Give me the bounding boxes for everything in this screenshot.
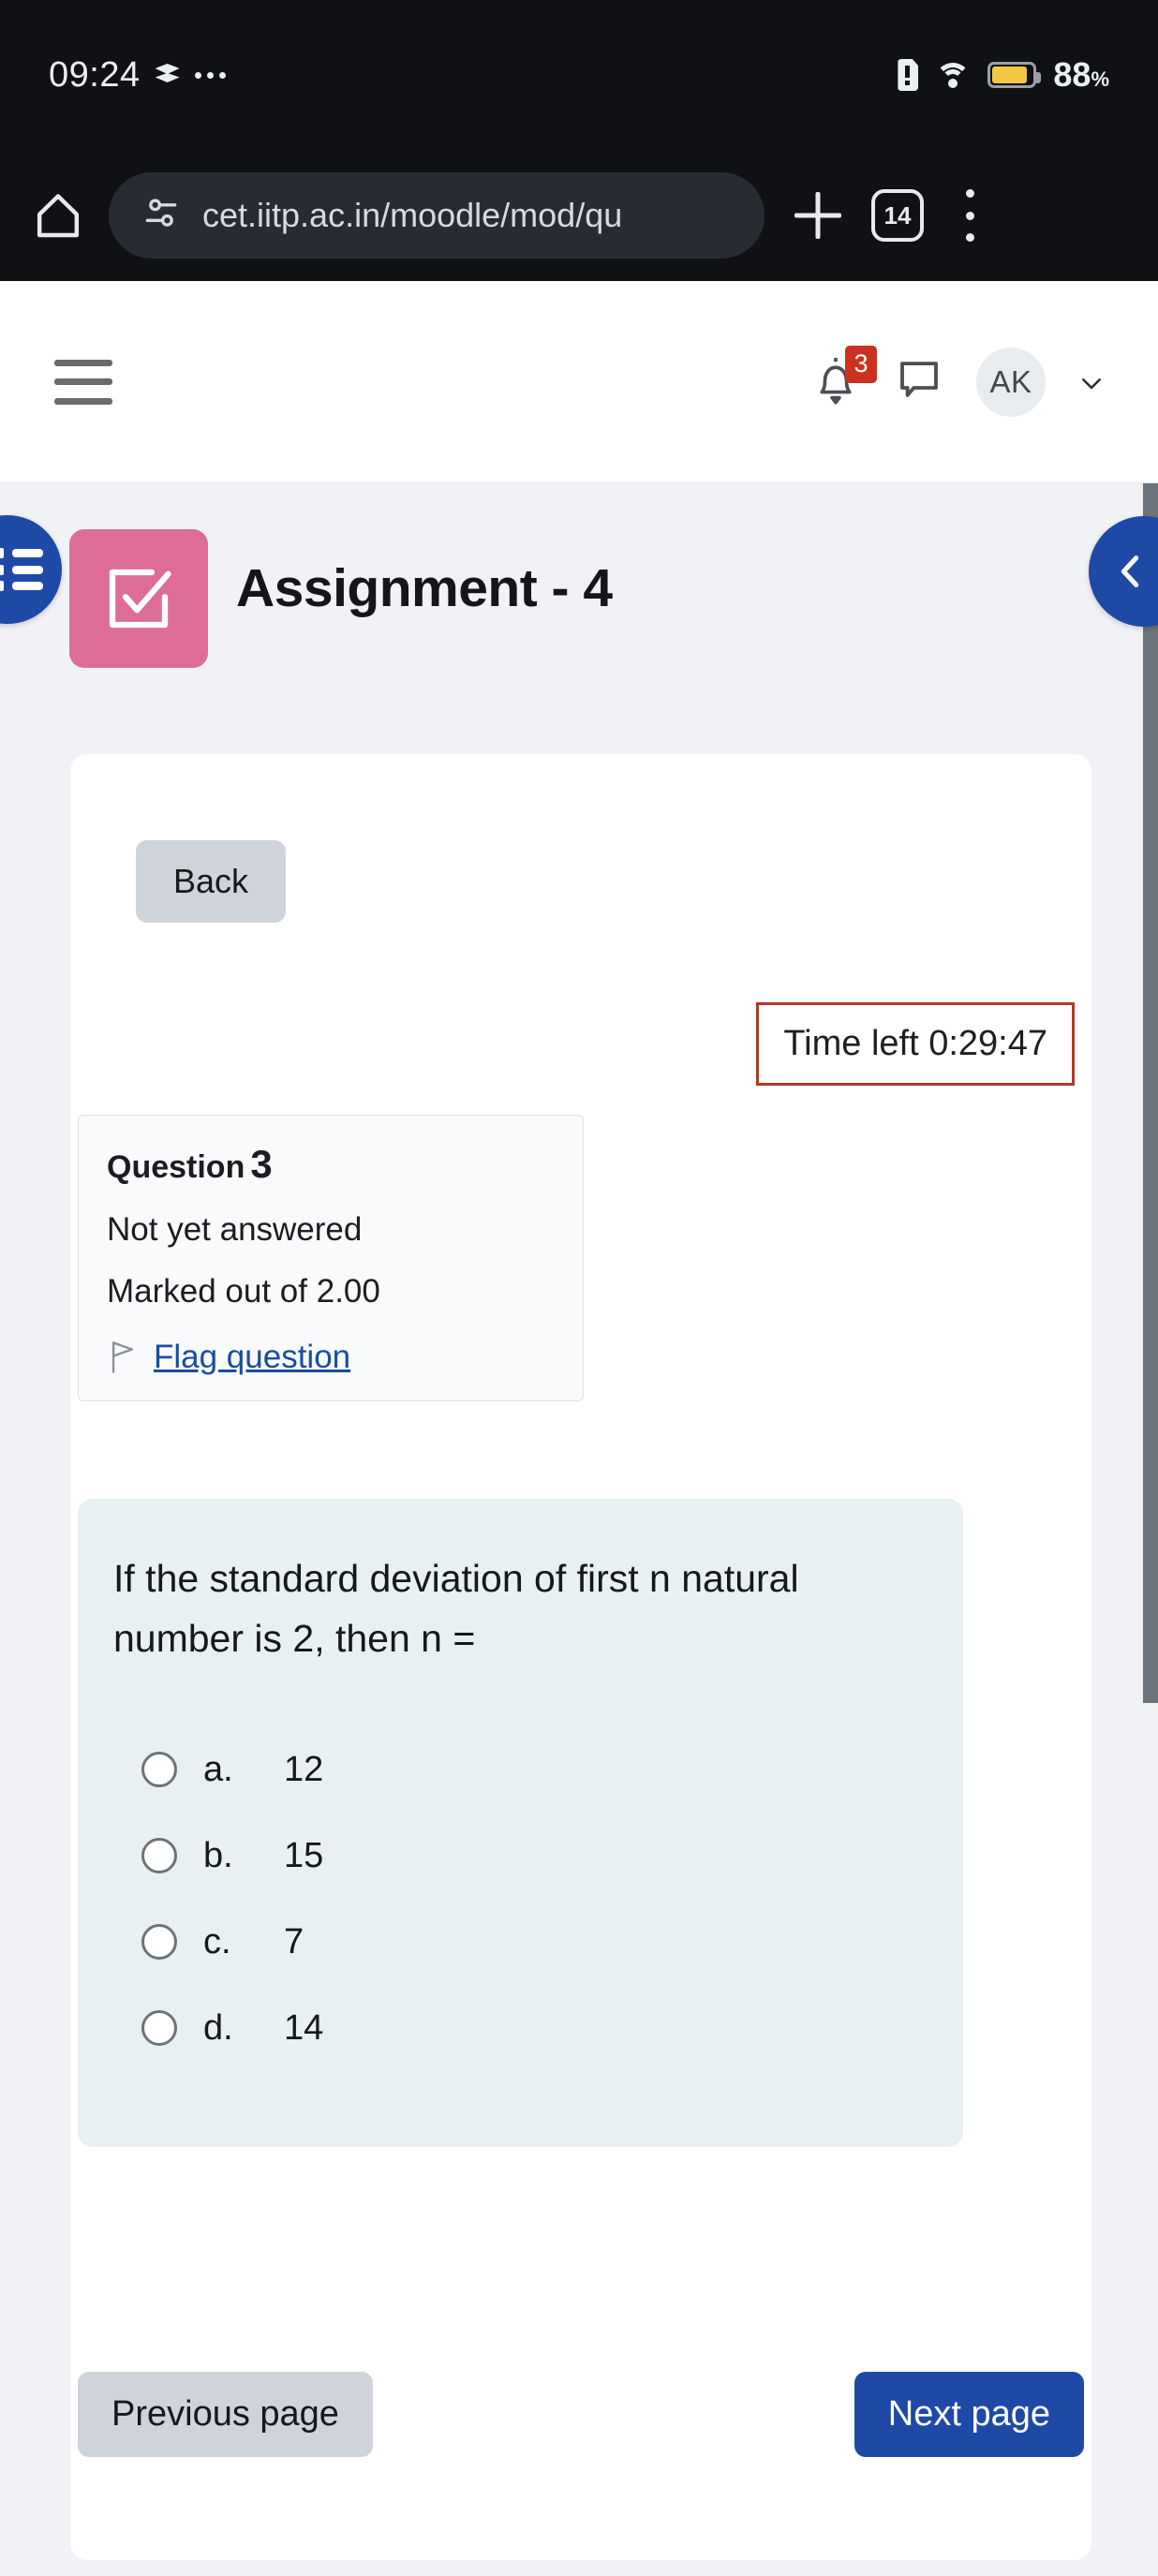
plus-icon[interactable] (789, 186, 847, 244)
notification-badge: 3 (845, 345, 877, 383)
radio-d[interactable] (141, 2010, 177, 2047)
previous-page-button[interactable]: Previous page (78, 2372, 373, 2457)
battery-percent-value: 88 (1053, 55, 1091, 94)
answer-text-d: 14 (284, 2007, 324, 2048)
wifi-icon (935, 61, 972, 89)
radio-c[interactable] (141, 1924, 177, 1961)
url-text: cet.iitp.ac.in/moodle/mod/qu (202, 196, 623, 234)
flag-question-link[interactable]: Flag question (154, 1339, 350, 1376)
question-body-card: If the standard deviation of first n nat… (78, 1499, 963, 2147)
quiz-checkbox-icon (69, 529, 208, 668)
question-marks: Marked out of 2.00 (107, 1273, 380, 1310)
answer-option-b[interactable]: b. 15 (141, 1813, 928, 1899)
tab-count-value: 14 (883, 200, 912, 229)
answer-letter-c: c. (203, 1921, 231, 1962)
answer-option-d[interactable]: d. 14 (141, 1985, 928, 2071)
tab-count-button[interactable]: 14 (871, 189, 924, 242)
answer-option-a[interactable]: a. 12 (141, 1726, 928, 1813)
next-page-button[interactable]: Next page (854, 2372, 1084, 2457)
chevron-down-icon[interactable] (1077, 369, 1104, 395)
stack-icon (155, 62, 180, 88)
battery-icon (987, 62, 1042, 88)
quiz-content-card: Back Time left 0:29:47 Question 3 Not yet… (70, 754, 1091, 2560)
question-state: Not yet answered (107, 1211, 363, 1248)
page-scrollbar[interactable] (1143, 483, 1158, 2576)
sim-alert-icon (898, 59, 919, 91)
percent-symbol: % (1091, 67, 1109, 91)
url-bar[interactable]: cet.iitp.ac.in/moodle/mod/qu (109, 172, 765, 259)
answer-letter-d: d. (203, 2007, 233, 2048)
answer-letter-a: a. (203, 1749, 233, 1789)
question-info-box: Question 3 Not yet answered Marked out of… (78, 1115, 584, 1401)
more-dots-icon (194, 71, 226, 79)
chevron-left-icon (1121, 555, 1139, 587)
answer-options: a. 12 b. 15 c. 7 d. 14 (113, 1726, 928, 2071)
status-bar-left: 09:24 (49, 55, 226, 96)
answer-text-b: 15 (284, 1835, 324, 1875)
back-button[interactable]: Back (136, 840, 287, 923)
bell-icon[interactable]: 3 (809, 345, 877, 411)
radio-a[interactable] (141, 1752, 177, 1788)
radio-b[interactable] (141, 1838, 177, 1874)
home-icon[interactable] (32, 189, 84, 242)
question-number-row: Question 3 (107, 1142, 583, 1187)
hamburger-icon[interactable] (54, 359, 112, 405)
scrollbar-thumb[interactable] (1143, 483, 1158, 1703)
site-settings-icon[interactable] (141, 193, 182, 239)
status-bar-right: 88% (898, 55, 1109, 95)
status-clock: 09:24 (49, 54, 141, 95)
avatar[interactable]: AK (976, 347, 1046, 417)
answer-text-a: 12 (284, 1749, 324, 1789)
flag-question-row[interactable]: Flag question (107, 1339, 583, 1376)
more-vertical-icon[interactable] (948, 189, 991, 242)
answer-text-c: 7 (284, 1921, 304, 1962)
flag-icon (111, 1341, 134, 1373)
header-actions: 3 AK (809, 345, 1104, 417)
avatar-initials: AK (989, 363, 1032, 399)
android-status-bar: 09:24 88% (0, 0, 1158, 150)
page-body: Assignment - 4 Back Time left 0:29:47 Qu… (0, 483, 1158, 2576)
page-title: Assignment - 4 (236, 558, 613, 618)
activity-title-row: Assignment - 4 (0, 523, 1158, 668)
answer-option-c[interactable]: c. 7 (141, 1899, 928, 1985)
question-word: Question (107, 1149, 245, 1185)
time-left-timer: Time left 0:29:47 (756, 1002, 1075, 1086)
chat-bubble-icon[interactable] (894, 354, 944, 409)
question-text: If the standard deviation of first n nat… (113, 1557, 799, 1660)
battery-percent: 88% (1053, 55, 1109, 95)
browser-toolbar: cet.iitp.ac.in/moodle/mod/qu 14 (0, 150, 1158, 281)
moodle-header: 3 AK (0, 281, 1158, 483)
list-icon (0, 548, 43, 591)
question-number: 3 (250, 1142, 273, 1186)
answer-letter-b: b. (203, 1835, 233, 1875)
